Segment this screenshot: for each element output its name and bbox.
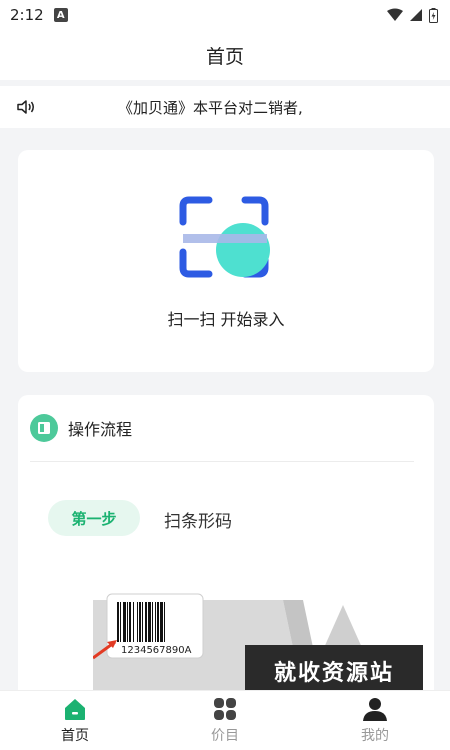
barcode-bar xyxy=(127,602,128,642)
scan-icon[interactable] xyxy=(179,196,275,282)
bottom-nav: 首页 价目 我的 xyxy=(0,690,450,750)
barcode-bar xyxy=(157,602,159,642)
page-header: 首页 xyxy=(0,30,450,80)
barcode-bar xyxy=(142,602,143,642)
process-header: 操作流程 xyxy=(30,413,132,443)
nav-item-prices[interactable]: 价目 xyxy=(150,691,300,750)
barcode-bar xyxy=(164,602,165,642)
process-title: 操作流程 xyxy=(68,420,133,439)
wifi-icon xyxy=(387,8,403,21)
grid-icon xyxy=(214,697,236,720)
notice-text: 《加贝通》本平台对二销者, xyxy=(118,98,303,117)
nav-item-profile[interactable]: 我的 xyxy=(300,691,450,750)
divider xyxy=(30,461,414,462)
step-description: 扫条形码 xyxy=(164,512,232,532)
home-icon xyxy=(65,698,85,720)
flow-icon xyxy=(30,414,58,442)
nav-label-profile: 我的 xyxy=(361,727,389,744)
signal-icon xyxy=(410,9,422,21)
scan-card[interactable]: 扫一扫 开始录入 xyxy=(18,150,434,372)
nav-label-home: 首页 xyxy=(61,727,89,744)
barcode-number: 1234567890A xyxy=(121,645,192,656)
barcode-bar xyxy=(117,602,119,642)
battery-icon xyxy=(429,7,438,23)
step-badge: 第一步 xyxy=(48,500,140,536)
notice-bar[interactable]: 《加贝通》本平台对二销者, xyxy=(0,80,450,128)
barcode-bar xyxy=(145,602,147,642)
app-notification-icon: A xyxy=(53,8,68,22)
barcode-bar xyxy=(152,602,153,642)
page-title: 首页 xyxy=(205,45,244,68)
barcode-bar xyxy=(123,602,126,642)
barcode-bar xyxy=(160,602,163,642)
barcode-bar xyxy=(133,602,134,642)
scan-label[interactable]: 扫一扫 开始录入 xyxy=(18,306,434,330)
barcode-bar xyxy=(129,602,131,642)
barcode-bars xyxy=(117,602,165,642)
nav-label-prices: 价目 xyxy=(211,727,239,744)
barcode-bar xyxy=(137,602,138,642)
nav-item-home[interactable]: 首页 xyxy=(0,691,150,750)
user-icon xyxy=(363,697,387,721)
barcode-bar xyxy=(155,602,156,642)
status-time: 2:12 xyxy=(10,6,44,24)
speaker-icon xyxy=(17,100,34,114)
barcode-bar xyxy=(148,602,151,642)
barcode-bar xyxy=(139,602,141,642)
status-bar: 2:12 A xyxy=(0,0,450,30)
barcode-bar xyxy=(120,602,121,642)
